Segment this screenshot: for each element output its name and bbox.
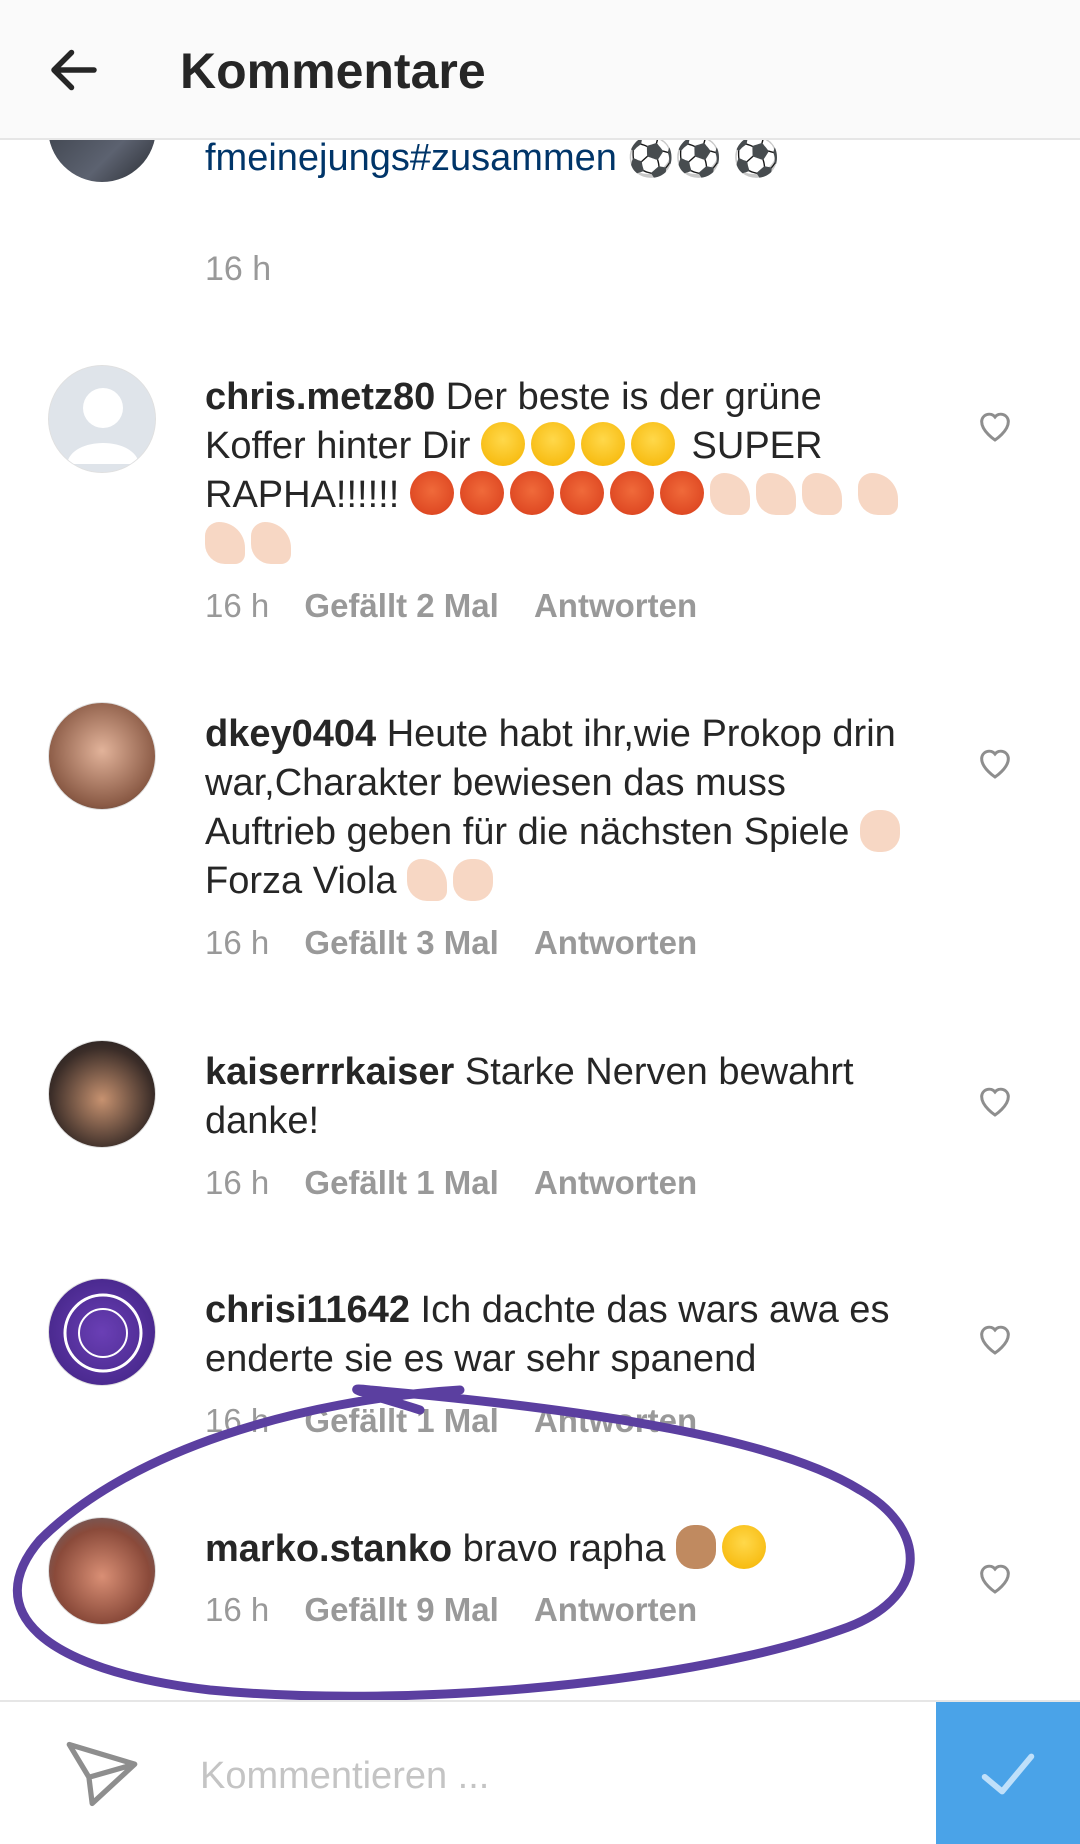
flexed-biceps-emoji-icon [858,473,899,515]
comment-text: Forza Viola [205,860,397,902]
devil-emoji-icon [459,471,504,515]
flexed-biceps-emoji-icon [755,473,796,515]
comment-input[interactable] [200,1746,900,1806]
comments-screen: fmeinejungs#zusammen ⚽⚽ ⚽ 16 h chris.met… [0,0,1080,1844]
call-me-hand-emoji-icon [453,859,494,901]
comment-body: dkey0404 Heute habt ihr,wie Prokop drin … [205,710,925,906]
comment-text: bravo rapha [462,1528,666,1570]
reply-button[interactable]: Antworten [534,587,697,624]
list-item: chrisi11642 Ich dachte das wars awa es e… [0,1278,1080,1448]
flexed-biceps-emoji-icon [251,522,291,564]
avatar[interactable] [48,702,156,810]
heart-outline-icon[interactable] [975,405,1015,445]
heart-outline-icon[interactable] [975,742,1015,782]
paper-plane-icon[interactable] [62,1738,142,1810]
comment-username[interactable]: marko.stanko [205,1528,452,1570]
comment-username[interactable]: kaiserrrkaiser [205,1051,454,1093]
likes-count-link[interactable]: Gefällt 1 Mal [304,1402,498,1439]
likes-count-link[interactable]: Gefällt 9 Mal [304,1591,498,1628]
comment-body: marko.stanko bravo rapha [205,1525,925,1574]
comment-timestamp: 16 h [205,924,270,961]
flexed-biceps-emoji-icon [801,473,842,515]
devil-emoji-icon [559,471,604,515]
ok-hand-emoji-icon [676,1525,717,1569]
devil-emoji-icon [659,471,704,515]
clapping-hands-emoji-icon [859,810,900,852]
reply-button[interactable]: Antworten [534,1402,697,1439]
list-item: dkey0404 Heute habt ihr,wie Prokop drin … [0,702,1080,962]
arrow-left-icon [51,49,97,91]
heart-outline-icon[interactable] [975,1080,1015,1120]
likes-count-link[interactable]: Gefällt 3 Mal [304,924,498,961]
club-logo-icon [63,1293,143,1373]
comment-timestamp: 16 h [205,587,270,624]
reply-button[interactable]: Antworten [534,924,697,961]
avatar[interactable] [48,365,156,473]
heart-outline-icon[interactable] [975,1318,1015,1358]
avatar[interactable] [48,1040,156,1148]
grinning-emoji-icon [530,422,575,466]
devil-emoji-icon [409,471,454,515]
page-title: Kommentare [180,43,486,99]
comment-body: kaiserrrkaiser Starke Nerven bewahrt dan… [205,1048,925,1146]
comment-username[interactable]: chrisi11642 [205,1289,410,1331]
comment-timestamp: 16 h [205,1164,270,1201]
likes-count-link[interactable]: Gefällt 2 Mal [304,587,498,624]
avatar[interactable] [48,1278,156,1386]
caption-timestamp: 16 h [205,250,272,288]
comment-username[interactable]: chris.metz80 [205,376,435,418]
avatar[interactable] [48,1517,156,1625]
heart-outline-icon[interactable] [975,1557,1015,1597]
comment-meta: 16 h Gefällt 3 Mal Antworten [205,924,723,962]
grinning-emoji-icon [630,422,675,466]
default-avatar-icon [49,366,155,472]
devil-emoji-icon [509,471,554,515]
comment-meta: 16 h Gefällt 1 Mal Antworten [205,1402,723,1440]
likes-count-link[interactable]: Gefällt 1 Mal [304,1164,498,1201]
winking-face-emoji-icon [722,1525,767,1569]
list-item: chris.metz80 Der beste is der grüne Koff… [0,365,1080,645]
comment-meta: 16 h Gefällt 9 Mal Antworten [205,1591,723,1629]
comment-meta: 16 h Gefällt 1 Mal Antworten [205,1164,723,1202]
comment-composer [0,1700,1080,1844]
reply-button[interactable]: Antworten [534,1164,697,1201]
flexed-biceps-emoji-icon [205,522,245,564]
post-button[interactable] [936,1702,1080,1844]
back-button[interactable] [40,36,108,104]
devil-emoji-icon [609,471,654,515]
list-item: kaiserrrkaiser Starke Nerven bewahrt dan… [0,1040,1080,1210]
comments-list[interactable]: fmeinejungs#zusammen ⚽⚽ ⚽ 16 h chris.met… [0,0,1080,1700]
comment-username[interactable]: dkey0404 [205,713,376,755]
reply-button[interactable]: Antworten [534,1591,697,1628]
list-item: marko.stanko bravo rapha 16 h Gefällt 9 … [0,1517,1080,1657]
top-app-bar: Kommentare [0,0,1080,140]
comment-timestamp: 16 h [205,1402,270,1439]
comment-meta: 16 h Gefällt 2 Mal Antworten [205,587,723,625]
grinning-emoji-icon [480,422,525,466]
flexed-biceps-emoji-icon [709,473,750,515]
grinning-emoji-icon [580,422,625,466]
comment-timestamp: 16 h [205,1591,270,1628]
checkmark-icon [981,1753,1035,1795]
flexed-biceps-emoji-icon [407,859,448,901]
comment-body: chris.metz80 Der beste is der grüne Koff… [205,373,925,569]
comment-body: chrisi11642 Ich dachte das wars awa es e… [205,1286,925,1384]
